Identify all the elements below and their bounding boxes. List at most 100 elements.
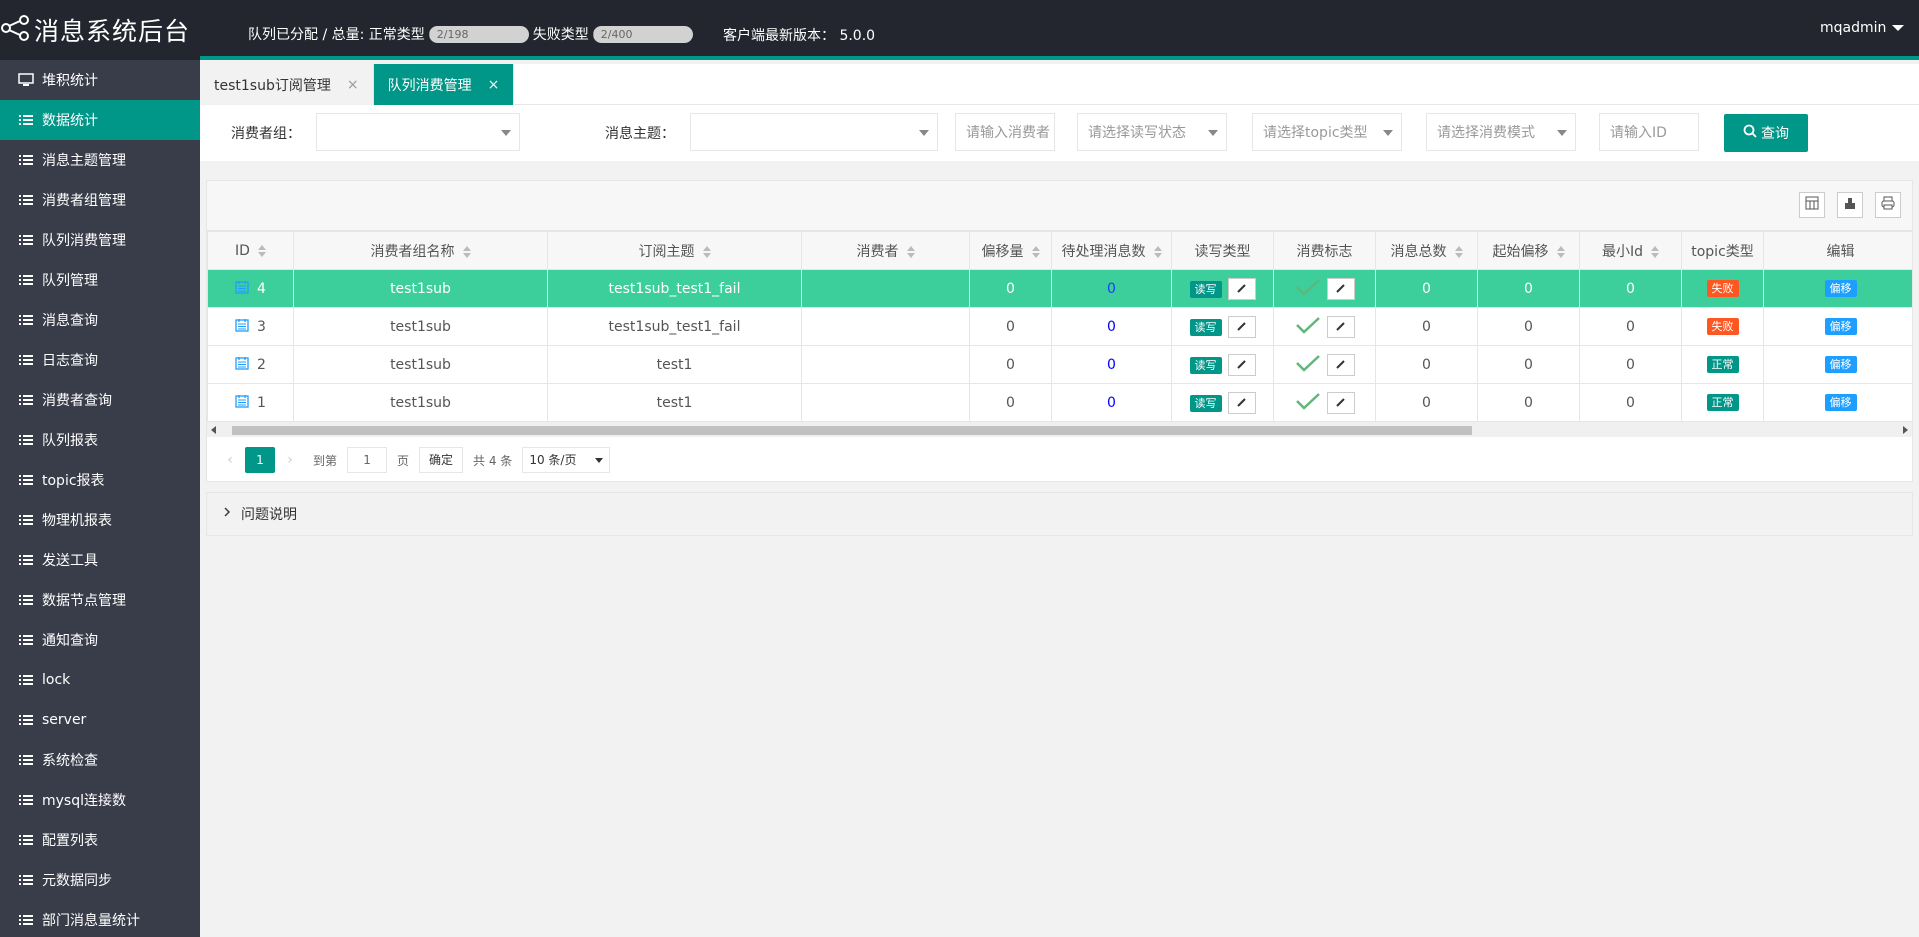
sidebar-item[interactable]: 部门消息量统计 — [0, 900, 200, 937]
horizontal-scrollbar[interactable] — [207, 421, 1912, 437]
edit-rw-button[interactable] — [1227, 315, 1256, 338]
cell-pending[interactable]: 0 — [1051, 345, 1172, 384]
cell-pending[interactable]: 0 — [1051, 269, 1172, 308]
sidebar-item-label: 部门消息量统计 — [42, 913, 140, 929]
sort-icon[interactable] — [1556, 245, 1565, 258]
tab[interactable]: test1sub订阅管理 × — [200, 64, 374, 105]
sidebar-item[interactable]: 消息主题管理 — [0, 140, 200, 180]
next-page-icon[interactable]: › — [279, 452, 301, 468]
columns-filter-button[interactable] — [1799, 192, 1825, 218]
sidebar-item[interactable]: 日志查询 — [0, 340, 200, 380]
current-page[interactable]: 1 — [245, 447, 275, 473]
sort-icon[interactable] — [257, 244, 266, 257]
close-icon[interactable]: × — [347, 77, 359, 93]
sidebar-item[interactable]: 发送工具 — [0, 540, 200, 580]
export-button[interactable] — [1837, 192, 1863, 218]
sort-icon[interactable] — [1153, 245, 1162, 258]
sidebar-item[interactable]: lock — [0, 660, 200, 700]
search-button[interactable]: 查询 — [1724, 114, 1808, 152]
sort-icon[interactable] — [1031, 245, 1040, 258]
cell-rw: 读写 — [1171, 269, 1274, 308]
sidebar-item[interactable]: 堆积统计 — [0, 60, 200, 100]
sort-icon[interactable] — [702, 245, 711, 258]
rw-status-select[interactable]: 请选择读写状态 — [1077, 113, 1227, 151]
row-detail-icon[interactable] — [235, 280, 249, 298]
edit-rw-button[interactable] — [1227, 391, 1256, 414]
consume-mode-placeholder: 请选择消费模式 — [1437, 125, 1535, 141]
column-header[interactable]: 待处理消息数 — [1051, 231, 1172, 270]
sidebar-item[interactable]: server — [0, 700, 200, 740]
sidebar-item[interactable]: 元数据同步 — [0, 860, 200, 900]
sort-icon[interactable] — [1454, 245, 1463, 258]
sidebar-item[interactable]: mysql连接数 — [0, 780, 200, 820]
prev-page-icon[interactable]: ‹ — [219, 452, 241, 468]
column-header[interactable]: 消费者组名称 — [293, 231, 548, 270]
faq-collapse[interactable]: 问题说明 — [206, 492, 1913, 536]
row-detail-icon[interactable] — [235, 356, 249, 374]
consumer-input[interactable]: 请输入消费者 — [955, 113, 1055, 151]
sidebar-item[interactable]: 队列报表 — [0, 420, 200, 460]
column-header[interactable]: ID — [207, 231, 294, 270]
sidebar-item[interactable]: 通知查询 — [0, 620, 200, 660]
sort-icon[interactable] — [1651, 245, 1659, 258]
sidebar-item-label: 数据统计 — [42, 113, 98, 129]
page-confirm-button[interactable]: 确定 — [419, 447, 464, 473]
sidebar-item[interactable]: 物理机报表 — [0, 500, 200, 540]
print-button[interactable] — [1875, 192, 1901, 218]
table-row[interactable]: 4 test1sub test1sub_test1_fail 0 0 读写 0 0 0 失败 偏移 — [207, 269, 1912, 308]
scroll-left-arrow-icon[interactable] — [211, 426, 216, 434]
column-header[interactable]: 起始偏移 — [1477, 231, 1580, 270]
page-size-select[interactable]: 10 条/页 — [522, 447, 611, 473]
scrollbar-thumb[interactable] — [232, 426, 1472, 435]
column-header-label: topic类型 — [1691, 243, 1754, 260]
user-menu[interactable]: mqadmin — [1820, 20, 1905, 36]
sidebar-item[interactable]: 队列管理 — [0, 260, 200, 300]
scroll-right-arrow-icon[interactable] — [1903, 426, 1908, 434]
table-row[interactable]: 3 test1sub test1sub_test1_fail 0 0 读写 0 0 0 失败 偏移 — [207, 307, 1912, 346]
edit-flag-button[interactable] — [1326, 277, 1355, 300]
sidebar-item[interactable]: 数据节点管理 — [0, 580, 200, 620]
sidebar-item[interactable]: 消息查询 — [0, 300, 200, 340]
column-header[interactable]: 消息总数 — [1375, 231, 1478, 270]
cell-min-id: 0 — [1579, 269, 1682, 308]
sort-icon[interactable] — [906, 245, 915, 258]
cell-pending[interactable]: 0 — [1051, 307, 1172, 346]
list-icon — [18, 273, 34, 287]
table-row[interactable]: 2 test1sub test1 0 0 读写 0 0 0 正常 偏移 — [207, 345, 1912, 384]
sidebar-item[interactable]: 消费者组管理 — [0, 180, 200, 220]
cell-pending[interactable]: 0 — [1051, 383, 1172, 421]
edit-rw-button[interactable] — [1227, 353, 1256, 376]
tab[interactable]: 队列消费管理 × — [373, 64, 515, 105]
edit-flag-button[interactable] — [1326, 353, 1355, 376]
sidebar-item[interactable]: 数据统计 — [0, 100, 200, 140]
offset-edit-button[interactable]: 偏移 — [1824, 280, 1857, 297]
fail-label: 失败类型 — [532, 27, 589, 43]
sidebar-item[interactable]: 消费者查询 — [0, 380, 200, 420]
sidebar-item[interactable]: 队列消费管理 — [0, 220, 200, 260]
offset-edit-button[interactable]: 偏移 — [1824, 356, 1857, 373]
edit-flag-button[interactable] — [1326, 391, 1355, 414]
row-detail-icon[interactable] — [235, 394, 249, 412]
table-row[interactable]: 1 test1sub test1 0 0 读写 0 0 0 正常 偏移 — [207, 383, 1912, 421]
column-header[interactable]: 偏移量 — [969, 231, 1052, 270]
sort-icon[interactable] — [462, 245, 471, 258]
edit-flag-button[interactable] — [1326, 315, 1355, 338]
topic-type-select[interactable]: 请选择topic类型 — [1252, 113, 1402, 151]
topic-select[interactable] — [690, 113, 938, 151]
edit-rw-button[interactable] — [1227, 277, 1256, 300]
id-input[interactable]: 请输入ID — [1599, 113, 1699, 151]
offset-edit-button[interactable]: 偏移 — [1824, 394, 1857, 411]
page-input[interactable]: 1 — [347, 447, 388, 473]
column-header[interactable]: 最小Id — [1579, 231, 1682, 270]
column-header[interactable]: 消费者 — [801, 231, 970, 270]
consume-mode-select[interactable]: 请选择消费模式 — [1426, 113, 1576, 151]
consumer-group-select[interactable] — [316, 113, 520, 151]
close-icon[interactable]: × — [488, 77, 500, 93]
sidebar-item[interactable]: 配置列表 — [0, 820, 200, 860]
sidebar-item[interactable]: topic报表 — [0, 460, 200, 500]
sidebar-item[interactable]: 系统检查 — [0, 740, 200, 780]
cell-consume-flag — [1273, 269, 1376, 308]
offset-edit-button[interactable]: 偏移 — [1824, 318, 1857, 335]
column-header[interactable]: 订阅主题 — [547, 231, 802, 270]
row-detail-icon[interactable] — [235, 318, 249, 336]
